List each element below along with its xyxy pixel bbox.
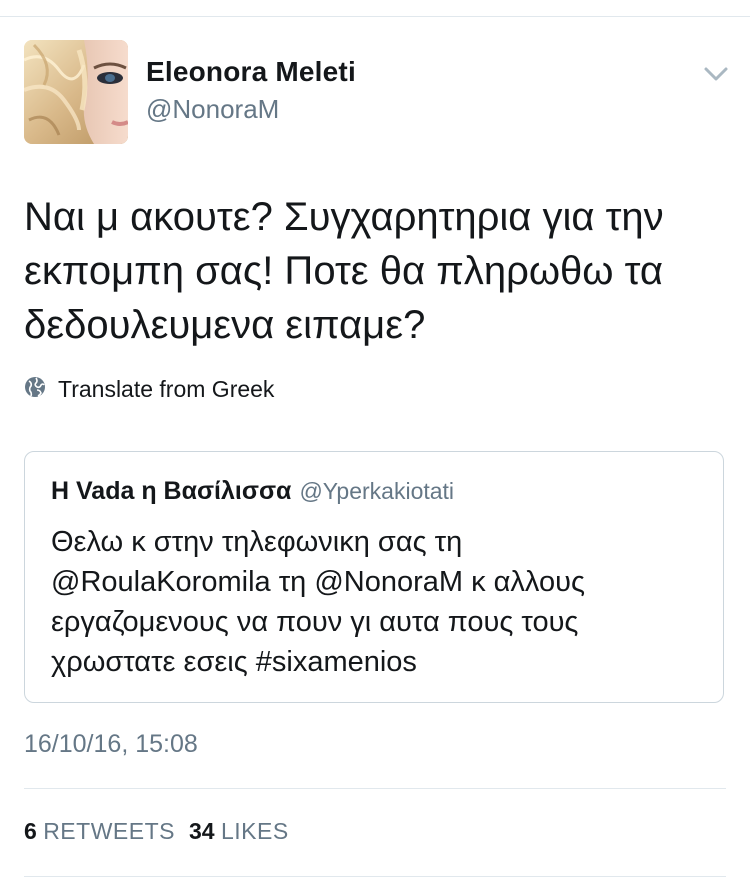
chevron-down-icon[interactable] <box>700 62 732 86</box>
stats-divider-bottom <box>24 876 726 877</box>
quoted-handle: @Yperkakiotati <box>299 478 455 504</box>
top-divider <box>0 16 750 17</box>
likes-stat[interactable]: 34 LIKES <box>189 818 289 844</box>
globe-icon <box>24 376 46 403</box>
likes-count: 34 <box>188 818 215 844</box>
quoted-text-line: Θελω κ στην τηλεφωνικη σας τη <box>51 526 463 558</box>
tweet-detail-view: Eleonora Meleti @NonoraM Ναι μ ακουτε? Σ… <box>0 0 750 892</box>
retweets-label: RETWEETS <box>43 818 175 844</box>
translate-label[interactable]: Translate from Greek <box>58 376 274 403</box>
tweet-timestamp: 16/10/16, 15:08 <box>24 730 198 758</box>
quoted-text-line: @RoulaKoromila τη @NonoraM κ αλλους <box>51 566 585 598</box>
tweet-text-line: Ναι μ ακουτε? Συγχαρητηρια για την <box>24 195 664 239</box>
tweet-stats: 6 RETWEETS 34 LIKES <box>24 818 289 845</box>
translate-link[interactable]: Translate from Greek <box>24 376 274 403</box>
quoted-display-name: Η Vada η Βασίλισσα <box>51 477 292 505</box>
retweets-count: 6 <box>24 818 37 844</box>
tweet-text-line: δεδουλευμενα ειπαμε? <box>24 303 426 347</box>
stats-divider-top <box>24 788 726 789</box>
quoted-tweet-text: Θελω κ στην τηλεφωνικη σας τη @RoulaKoro… <box>51 522 711 682</box>
user-handle[interactable]: @NonoraM <box>146 94 279 125</box>
quoted-tweet-header: Η Vada η Βασίλισσα @Yperkakiotati <box>51 477 454 506</box>
avatar[interactable] <box>24 40 128 144</box>
likes-label: LIKES <box>220 818 289 844</box>
quoted-tweet-card[interactable]: Η Vada η Βασίλισσα @Yperkakiotati Θελω κ … <box>24 451 724 703</box>
quoted-text-line: εργαζομενους να πουν γι αυτα πους τους <box>51 606 579 638</box>
display-name[interactable]: Eleonora Meleti <box>146 56 356 88</box>
retweets-stat[interactable]: 6 RETWEETS <box>24 818 175 844</box>
quoted-text-line: χρωστατε εσεις #sixamenios <box>51 646 417 678</box>
tweet-text-line: εκπομπη σας! Ποτε θα πληρωθω τα <box>24 249 664 293</box>
tweet-text: Ναι μ ακουτε? Συγχαρητηρια για την εκπομ… <box>24 190 724 352</box>
